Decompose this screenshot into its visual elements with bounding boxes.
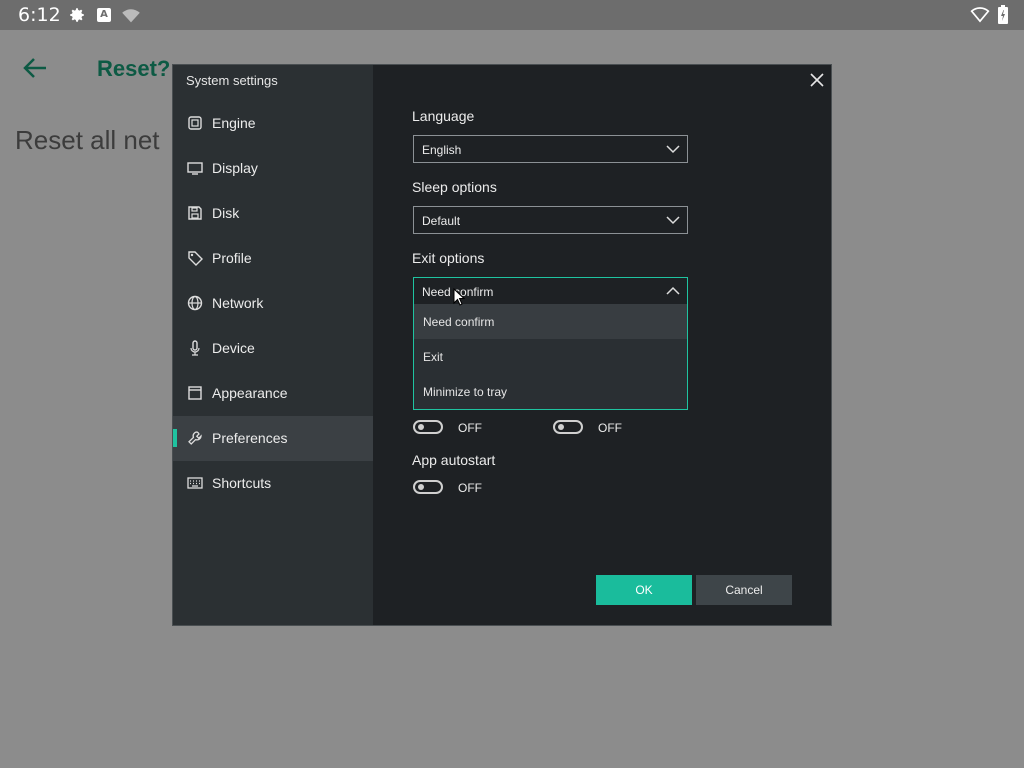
exit-options-dropdown: Need confirm Exit Minimize to tray bbox=[413, 304, 688, 410]
sidebar-item-display[interactable]: Display bbox=[173, 146, 373, 191]
gear-icon bbox=[70, 8, 84, 22]
sidebar-item-label: Display bbox=[212, 160, 258, 176]
language-label: Language bbox=[412, 108, 475, 124]
tag-icon bbox=[188, 251, 203, 266]
sidebar-item-appearance[interactable]: Appearance bbox=[173, 371, 373, 416]
wifi-icon bbox=[122, 9, 140, 23]
app-a-icon: A bbox=[97, 8, 111, 22]
keyboard-icon bbox=[187, 477, 203, 489]
sleep-options-label: Sleep options bbox=[412, 179, 497, 195]
microphone-icon bbox=[190, 340, 200, 356]
monitor-icon bbox=[187, 162, 203, 175]
sidebar-item-label: Appearance bbox=[212, 385, 288, 401]
option-label: Need confirm bbox=[423, 315, 495, 329]
close-icon[interactable] bbox=[809, 72, 825, 88]
toggle-1-state: OFF bbox=[458, 421, 482, 435]
sidebar-item-label: Shortcuts bbox=[212, 475, 272, 491]
sidebar-item-label: Profile bbox=[212, 250, 252, 266]
sidebar-item-engine[interactable]: Engine bbox=[173, 101, 373, 146]
battery-icon bbox=[998, 5, 1008, 24]
background-body-text: Reset all net bbox=[15, 125, 160, 155]
sidebar-item-profile[interactable]: Profile bbox=[173, 236, 373, 281]
sidebar-item-label: Preferences bbox=[212, 430, 288, 446]
sidebar-item-label: Device bbox=[212, 340, 255, 356]
dropdown-option-need-confirm[interactable]: Need confirm bbox=[414, 304, 687, 339]
sidebar-item-preferences[interactable]: Preferences bbox=[173, 416, 373, 461]
autostart-label: App autostart bbox=[412, 452, 496, 468]
option-label: Minimize to tray bbox=[423, 385, 508, 399]
toggle-2-state: OFF bbox=[598, 421, 622, 435]
cancel-button[interactable]: Cancel bbox=[696, 575, 792, 605]
autostart-state: OFF bbox=[458, 481, 482, 495]
status-time: 6:12 bbox=[18, 4, 61, 26]
dropdown-option-minimize-to-tray[interactable]: Minimize to tray bbox=[414, 374, 687, 409]
mouse-cursor-icon bbox=[453, 288, 465, 306]
sidebar-item-device[interactable]: Device bbox=[173, 326, 373, 371]
settings-sidebar: System settings Engine Display Disk Prof… bbox=[173, 65, 373, 625]
sidebar-item-label: Network bbox=[212, 295, 264, 311]
disk-icon bbox=[188, 206, 202, 220]
toggle-switch-1[interactable] bbox=[413, 420, 443, 434]
wrench-icon bbox=[188, 431, 202, 445]
chevron-down-icon bbox=[666, 145, 680, 154]
language-select[interactable]: English bbox=[413, 135, 688, 163]
dialog-title: System settings bbox=[186, 73, 278, 88]
status-bar: 6:12 A bbox=[0, 0, 1024, 30]
sidebar-item-disk[interactable]: Disk bbox=[173, 191, 373, 236]
system-settings-dialog: System settings Engine Display Disk Prof… bbox=[172, 64, 832, 626]
sidebar-item-label: Engine bbox=[212, 115, 256, 131]
autostart-toggle[interactable] bbox=[413, 480, 443, 494]
sleep-options-value: Default bbox=[422, 214, 461, 228]
chevron-down-icon bbox=[666, 216, 680, 225]
language-value: English bbox=[422, 143, 462, 157]
back-arrow-icon[interactable] bbox=[22, 56, 48, 80]
chip-icon bbox=[188, 116, 202, 130]
sleep-options-select[interactable]: Default bbox=[413, 206, 688, 234]
option-label: Exit bbox=[423, 350, 444, 364]
sidebar-item-label: Disk bbox=[212, 205, 240, 221]
sidebar-item-shortcuts[interactable]: Shortcuts bbox=[173, 461, 373, 506]
globe-icon bbox=[187, 295, 203, 311]
exit-options-label: Exit options bbox=[412, 250, 485, 266]
background-title: Reset? bbox=[97, 56, 171, 81]
toggle-switch-2[interactable] bbox=[553, 420, 583, 434]
sidebar-item-network[interactable]: Network bbox=[173, 281, 373, 326]
signal-icon bbox=[970, 7, 990, 23]
dropdown-option-exit[interactable]: Exit bbox=[414, 339, 687, 374]
window-icon bbox=[188, 386, 202, 400]
ok-button[interactable]: OK bbox=[596, 575, 692, 605]
chevron-up-icon bbox=[666, 286, 680, 295]
